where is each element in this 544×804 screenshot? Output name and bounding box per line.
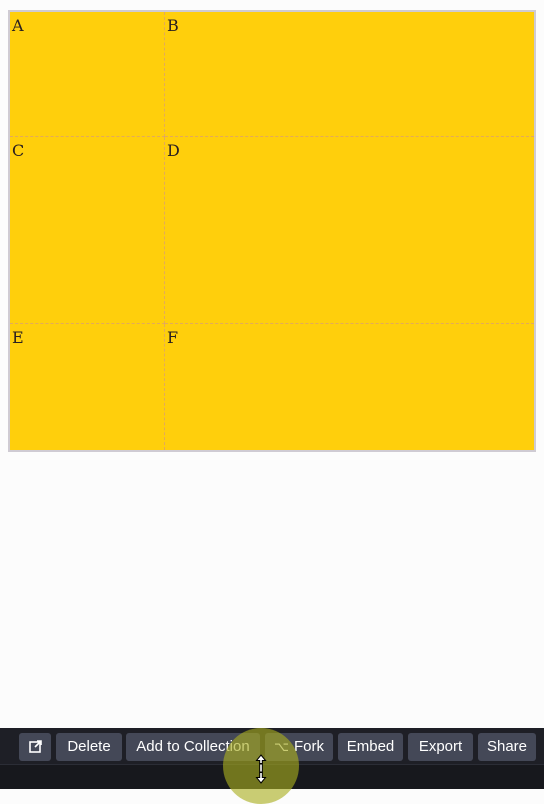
grid-container: A B C D E F — [8, 10, 536, 452]
fork-button-label: Fork — [293, 738, 324, 755]
external-link-icon — [28, 740, 42, 753]
embed-button[interactable]: Embed — [338, 733, 403, 761]
fork-icon: ⌥ — [274, 739, 289, 754]
grid-cell-label: B — [167, 16, 179, 35]
grid-cell-a: A — [10, 12, 165, 137]
grid-cell-label: C — [12, 141, 25, 160]
export-button[interactable]: Export — [408, 733, 473, 761]
embed-button-label: Embed — [346, 738, 395, 755]
add-to-collection-button[interactable]: Add to Collection — [126, 733, 260, 761]
grid-cell-b: B — [165, 12, 534, 137]
grid-cell-f: F — [165, 324, 534, 450]
fork-button[interactable]: ⌥ Fork — [265, 733, 333, 761]
delete-button[interactable]: Delete — [56, 733, 122, 761]
preview-pane: A B C D E F — [0, 0, 544, 728]
share-button[interactable]: Share — [478, 733, 536, 761]
add-to-collection-label: Add to Collection — [136, 738, 250, 755]
grid-cell-d: D — [165, 137, 534, 324]
delete-button-label: Delete — [67, 738, 111, 755]
bottom-toolbar: Delete Add to Collection ⌥ Fork Embed Exp… — [0, 728, 544, 789]
open-in-new-window-button[interactable] — [19, 733, 51, 761]
grid-cell-c: C — [10, 137, 165, 324]
export-button-label: Export — [418, 738, 463, 755]
grid-cell-label: D — [167, 141, 180, 160]
toolbar-resize-strip[interactable] — [0, 764, 544, 789]
grid-cell-label: E — [12, 328, 24, 347]
grid-cell-label: F — [167, 328, 179, 347]
share-button-label: Share — [486, 738, 528, 755]
grid-cell-e: E — [10, 324, 165, 450]
grid-cell-label: A — [12, 16, 24, 35]
